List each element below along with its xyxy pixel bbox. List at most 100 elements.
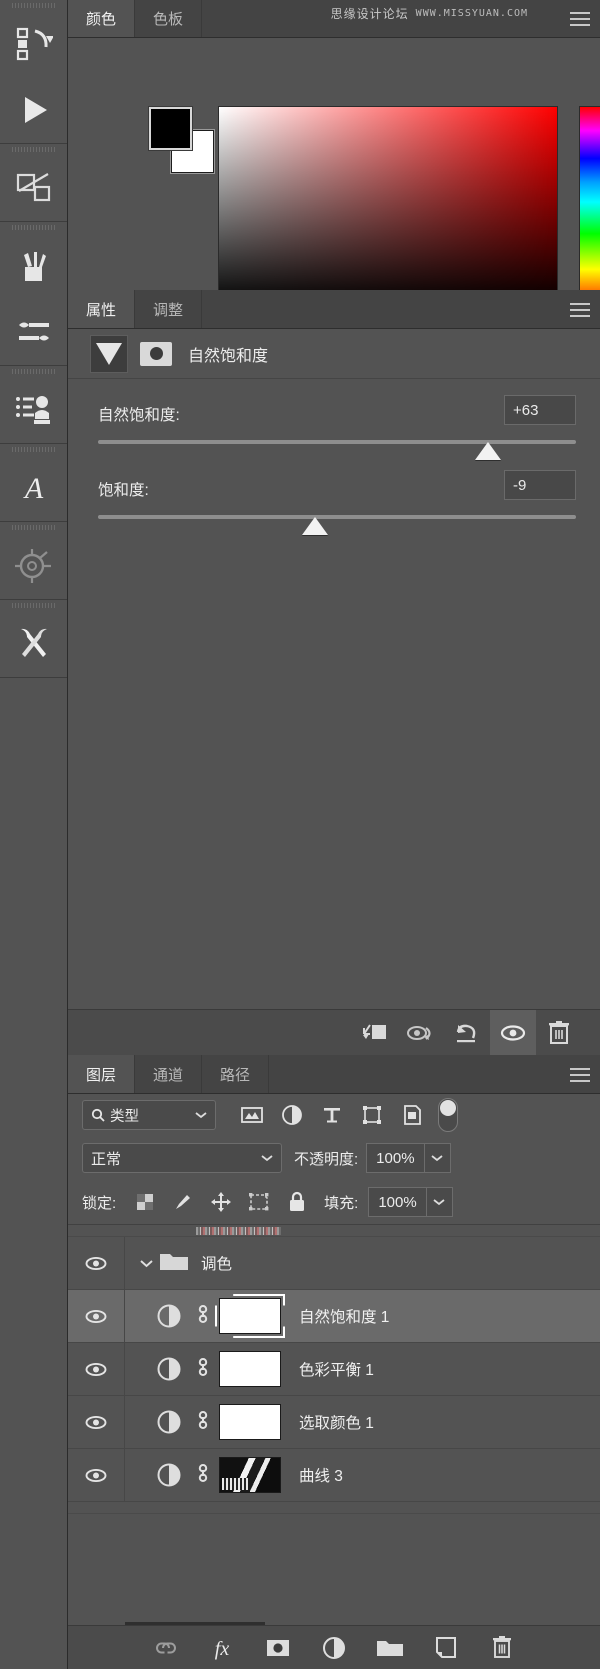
foreground-color-swatch[interactable]	[148, 106, 193, 151]
saturation-value-field[interactable]: -9	[504, 470, 576, 500]
toggle-last-state-icon[interactable]	[398, 1010, 444, 1056]
properties-body: 自然饱和度: +63 饱和度: -9	[68, 379, 600, 535]
toggle-layer-visibility-icon[interactable]	[490, 1009, 536, 1056]
layer-mask-thumbnail[interactable]	[219, 1298, 281, 1334]
saturation-value-field[interactable]	[214, 106, 558, 310]
link-mask-icon[interactable]	[195, 1354, 211, 1385]
tabbar-filler	[269, 1055, 600, 1093]
link-mask-icon[interactable]	[195, 1301, 211, 1332]
rail-grip[interactable]	[0, 222, 67, 233]
rail-grip[interactable]	[0, 0, 67, 11]
properties-panel-tabbar: 属性 调整	[68, 290, 600, 329]
link-mask-icon[interactable]	[195, 1460, 211, 1491]
rail-group-3d	[0, 522, 67, 600]
link-layers-icon[interactable]	[149, 1631, 183, 1665]
lock-image-pixels-icon[interactable]	[164, 1187, 202, 1217]
tab-layers[interactable]: 图层	[68, 1055, 136, 1093]
layer-mask-icon[interactable]	[140, 341, 172, 366]
brush-presets-icon[interactable]	[0, 233, 67, 299]
layer-filter-type-select[interactable]: 类型	[82, 1100, 216, 1130]
group-disclosure-chevron-down-icon[interactable]	[133, 1259, 159, 1268]
character-panel-icon[interactable]: A	[0, 455, 67, 521]
tab-swatches[interactable]: 色板	[135, 0, 203, 37]
panel-menu-icon[interactable]	[570, 1068, 590, 1082]
link-mask-icon[interactable]	[195, 1407, 211, 1438]
rail-group-clone-source	[0, 600, 67, 678]
fill-value-field[interactable]: 100%	[368, 1187, 427, 1217]
layer-visibility-toggle[interactable]	[68, 1342, 125, 1396]
tab-paths-label: 路径	[220, 1066, 251, 1084]
filter-enable-toggle[interactable]	[438, 1098, 458, 1132]
color-panel-tabbar: 颜色 色板	[68, 0, 600, 38]
lock-position-icon[interactable]	[202, 1187, 240, 1217]
vibrance-icon[interactable]	[90, 334, 128, 373]
reset-adjustment-icon[interactable]	[444, 1010, 490, 1056]
layer-styles-fx-icon[interactable]: fx	[205, 1631, 239, 1665]
layer-mask-thumbnail[interactable]	[219, 1351, 281, 1387]
opacity-stepper-chevron-down-icon[interactable]	[424, 1143, 451, 1173]
vibrance-slider-track[interactable]	[98, 440, 576, 460]
layer-row-group[interactable]: 调色	[68, 1236, 600, 1290]
layer-visibility-toggle[interactable]	[68, 1236, 125, 1290]
panel-menu-icon[interactable]	[570, 12, 590, 26]
layers-panel-tabbar: 图层 通道 路径	[68, 1055, 600, 1094]
saturation-slider-label: 饱和度:	[98, 482, 149, 499]
layer-mask-thumbnail[interactable]	[219, 1404, 281, 1440]
tab-channels[interactable]: 通道	[135, 1055, 203, 1093]
layer-row-body: 色彩平衡 1	[125, 1351, 600, 1387]
layer-visibility-toggle[interactable]	[68, 1448, 125, 1502]
layer-row-curves[interactable]: 曲线 3	[68, 1448, 600, 1502]
layer-visibility-toggle[interactable]	[68, 1395, 125, 1449]
fill-label: 填充:	[324, 1194, 359, 1212]
lock-artboard-nesting-icon[interactable]	[240, 1187, 278, 1217]
filter-smartobject-icon[interactable]	[392, 1100, 432, 1130]
new-layer-icon[interactable]	[429, 1631, 463, 1665]
tab-properties[interactable]: 属性	[68, 290, 136, 328]
hue-strip[interactable]	[579, 106, 600, 306]
layer-mask-thumbnail[interactable]	[219, 1457, 281, 1493]
history-panel-icon[interactable]	[0, 11, 67, 77]
vibrance-value-field[interactable]: +63	[504, 395, 576, 425]
delete-layer-icon[interactable]	[485, 1631, 519, 1665]
rail-grip[interactable]	[0, 600, 67, 611]
layer-name: 色彩平衡 1	[299, 1362, 374, 1379]
adjustments-panel-icon[interactable]	[0, 155, 67, 221]
tab-paths[interactable]: 路径	[202, 1055, 270, 1093]
add-layer-mask-icon[interactable]	[261, 1631, 295, 1665]
clone-source-icon[interactable]	[0, 611, 67, 677]
layer-row-selective-color[interactable]: 选取颜色 1	[68, 1395, 600, 1449]
blend-mode-select[interactable]: 正常	[82, 1143, 282, 1173]
properties-panel: 属性 调整 自然饱和度 自然饱和度: +63 饱和度: -9	[68, 290, 600, 1056]
saturation-slider-thumb[interactable]	[302, 517, 329, 535]
delete-adjustment-icon[interactable]	[536, 1010, 582, 1056]
tool-presets-icon[interactable]	[0, 377, 67, 443]
filter-adjustment-icon[interactable]	[272, 1100, 312, 1130]
tab-adjustments[interactable]: 调整	[135, 290, 203, 328]
rail-grip[interactable]	[0, 522, 67, 533]
rail-grip[interactable]	[0, 366, 67, 377]
lock-transparent-pixels-icon[interactable]	[126, 1187, 164, 1217]
new-group-icon[interactable]	[373, 1631, 407, 1665]
layer-row-body: 曲线 3	[125, 1457, 600, 1493]
clip-to-layer-icon[interactable]	[352, 1010, 398, 1056]
filter-pixel-icon[interactable]	[232, 1100, 272, 1130]
layer-visibility-toggle[interactable]	[68, 1289, 125, 1343]
actions-panel-icon[interactable]	[0, 77, 67, 143]
brush-settings-icon[interactable]	[0, 299, 67, 365]
panel-menu-icon[interactable]	[570, 303, 590, 317]
layer-row-vibrance[interactable]: 自然饱和度 1	[68, 1289, 600, 1343]
new-adjustment-layer-icon[interactable]	[317, 1631, 351, 1665]
fill-stepper-chevron-down-icon[interactable]	[426, 1187, 453, 1217]
opacity-value-field[interactable]: 100%	[366, 1143, 425, 1173]
tab-color[interactable]: 颜色	[68, 0, 136, 37]
vibrance-slider-thumb[interactable]	[474, 442, 501, 460]
tab-channels-label: 通道	[153, 1066, 184, 1084]
saturation-slider-track[interactable]	[98, 515, 576, 535]
3d-panel-icon[interactable]	[0, 533, 67, 599]
rail-grip[interactable]	[0, 444, 67, 455]
rail-grip[interactable]	[0, 144, 67, 155]
filter-type-icon[interactable]	[312, 1100, 352, 1130]
lock-all-icon[interactable]	[278, 1187, 316, 1217]
filter-shape-icon[interactable]	[352, 1100, 392, 1130]
layer-row-color-balance[interactable]: 色彩平衡 1	[68, 1342, 600, 1396]
